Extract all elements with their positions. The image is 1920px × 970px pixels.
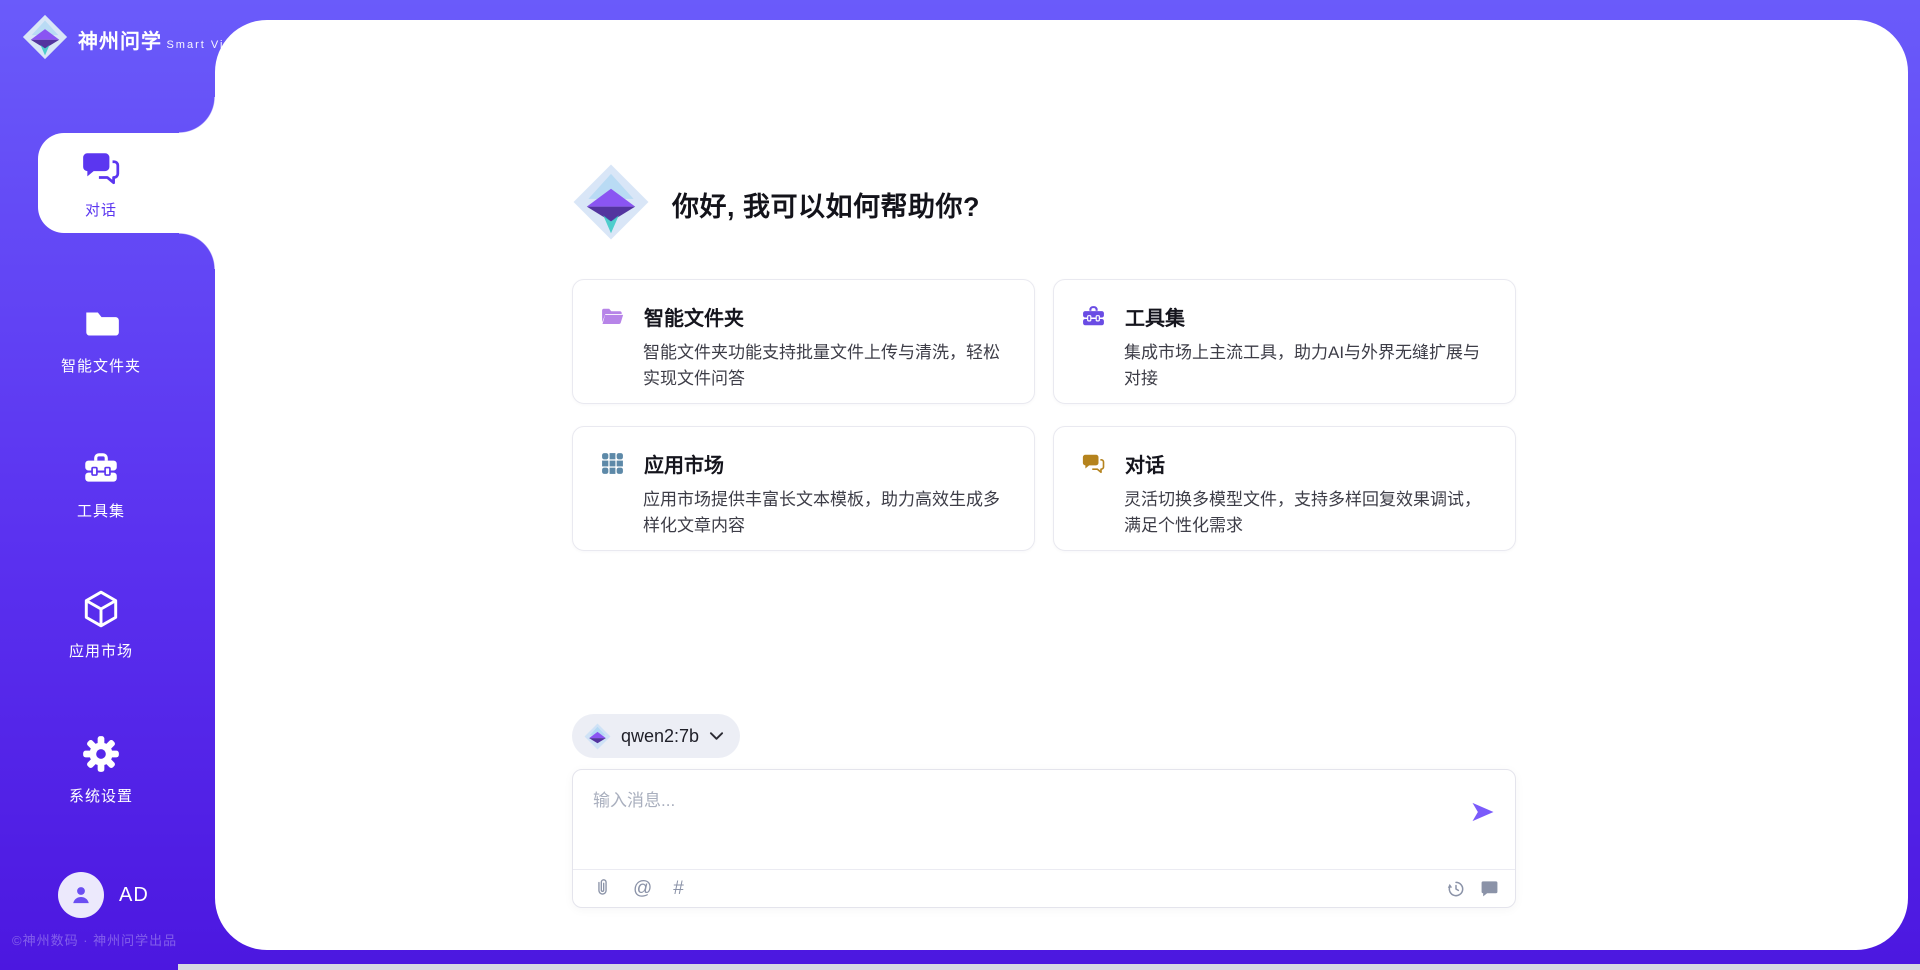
folder-icon [80, 303, 122, 345]
sidebar-item-toolset[interactable]: 工具集 [0, 448, 202, 521]
history-icon[interactable] [1446, 879, 1466, 899]
user-icon [68, 882, 94, 908]
toolbox-icon [80, 448, 122, 490]
sidebar-item-settings[interactable]: 系统设置 [0, 733, 202, 806]
sidebar-item-label: 系统设置 [0, 785, 202, 806]
card-chat[interactable]: 对话 灵活切换多模型文件，支持多样回复效果调试，满足个性化需求 [1053, 426, 1516, 551]
greeting: 你好, 我可以如何帮助你? [572, 163, 1516, 246]
card-description: 应用市场提供丰富长文本模板，助力高效生成多样化文章内容 [643, 487, 1008, 538]
feature-cards: 智能文件夹 智能文件夹功能支持批量文件上传与清洗，轻松实现文件问答 工具集 集成… [572, 279, 1516, 551]
briefcase-icon [1081, 304, 1106, 329]
gear-icon [80, 733, 122, 775]
composer-toolbar: @ # [593, 869, 1499, 908]
chat-icon [1081, 451, 1106, 476]
message-composer: @ # [572, 769, 1516, 908]
card-description: 智能文件夹功能支持批量文件上传与清洗，轻松实现文件问答 [643, 340, 1008, 391]
model-name: qwen2:7b [621, 726, 699, 747]
app-grid-icon [600, 451, 625, 476]
message-input[interactable] [573, 770, 1433, 866]
bottom-strip [178, 964, 1920, 970]
sidebar-item-app-market[interactable]: 应用市场 [0, 588, 202, 661]
model-logo-diamond-icon [584, 723, 611, 750]
card-title: 智能文件夹 [644, 302, 744, 331]
sidebar-item-label: 智能文件夹 [0, 355, 202, 376]
assistant-logo-diamond-icon [572, 163, 650, 246]
card-description: 集成市场上主流工具，助力AI与外界无缝扩展与对接 [1124, 340, 1489, 391]
brand-name: 神州问学 [78, 31, 162, 53]
card-description: 灵活切换多模型文件，支持多样回复效果调试，满足个性化需求 [1124, 487, 1489, 538]
card-app-market[interactable]: 应用市场 应用市场提供丰富长文本模板，助力高效生成多样化文章内容 [572, 426, 1035, 551]
brand-logo-diamond-icon [22, 14, 68, 65]
cube-icon [80, 588, 122, 630]
mention-icon[interactable]: @ [633, 879, 652, 898]
chat-bubble-icon[interactable] [1480, 879, 1499, 898]
chevron-down-icon [709, 731, 724, 741]
avatar[interactable] [58, 872, 104, 918]
sidebar-item-label: 对话 [0, 199, 202, 220]
copyright-footer: ©神州数码 · 神州问学出品 [12, 930, 177, 949]
sidebar-item-smart-folder[interactable]: 智能文件夹 [0, 303, 202, 376]
card-title: 应用市场 [644, 449, 724, 478]
topic-icon[interactable]: # [673, 879, 684, 898]
card-title: 对话 [1125, 449, 1165, 478]
card-toolset[interactable]: 工具集 集成市场上主流工具，助力AI与外界无缝扩展与对接 [1053, 279, 1516, 404]
bubble-fillet-top [179, 97, 215, 133]
sidebar-item-label: 工具集 [0, 500, 202, 521]
user-profile[interactable]: AD [58, 872, 149, 918]
folder-open-icon [600, 304, 625, 329]
chat-icon [80, 147, 122, 189]
bubble-fillet-bottom [179, 233, 215, 269]
attachment-icon[interactable] [593, 878, 612, 899]
user-initials: AD [119, 884, 149, 907]
model-selector[interactable]: qwen2:7b [572, 714, 740, 758]
greeting-text: 你好, 我可以如何帮助你? [672, 185, 980, 224]
sidebar-item-chat[interactable]: 对话 [0, 147, 202, 220]
card-title: 工具集 [1125, 302, 1185, 331]
card-smart-folder[interactable]: 智能文件夹 智能文件夹功能支持批量文件上传与清洗，轻松实现文件问答 [572, 279, 1035, 404]
send-icon[interactable] [1469, 798, 1497, 826]
sidebar-item-label: 应用市场 [0, 640, 202, 661]
